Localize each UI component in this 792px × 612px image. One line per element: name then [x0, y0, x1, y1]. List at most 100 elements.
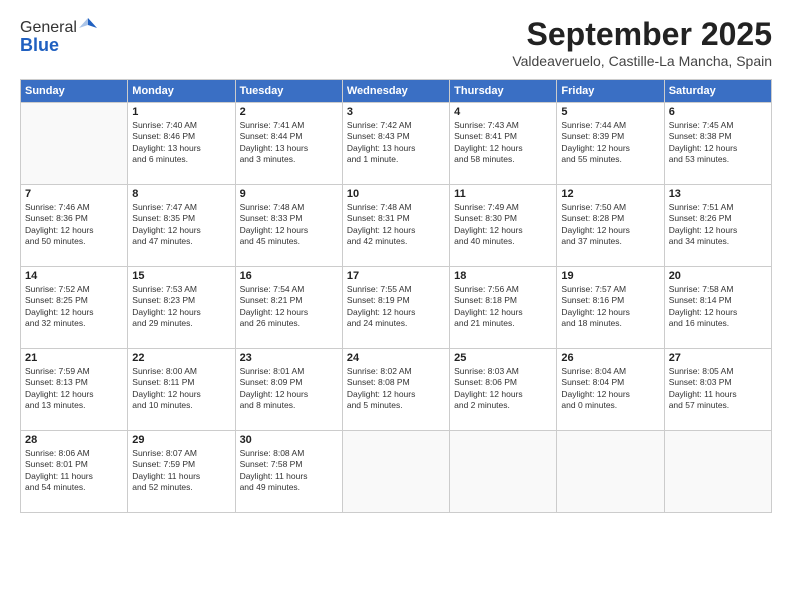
- calendar-cell: 1 Sunrise: 7:40 AM Sunset: 8:46 PM Daylig…: [128, 103, 235, 185]
- calendar-cell: 25 Sunrise: 8:03 AM Sunset: 8:06 PM Dayli…: [450, 349, 557, 431]
- day-info: Sunrise: 7:46 AM Sunset: 8:36 PM Dayligh…: [25, 202, 123, 248]
- day-number: 1: [132, 106, 230, 118]
- calendar-cell: [557, 431, 664, 513]
- calendar-cell: 24 Sunrise: 8:02 AM Sunset: 8:08 PM Dayli…: [342, 349, 449, 431]
- week-row-4: 28 Sunrise: 8:06 AM Sunset: 8:01 PM Dayli…: [21, 431, 772, 513]
- day-number: 5: [561, 106, 659, 118]
- page: General Blue September 2025 Valdeaveruel…: [0, 0, 792, 612]
- day-info: Sunrise: 7:52 AM Sunset: 8:25 PM Dayligh…: [25, 284, 123, 330]
- calendar-cell: 12Sunrise: 7:50 AM Sunset: 8:28 PM Dayli…: [557, 185, 664, 267]
- day-info: Sunrise: 7:58 AM Sunset: 8:14 PM Dayligh…: [669, 284, 767, 330]
- weekday-header-wednesday: Wednesday: [342, 80, 449, 103]
- day-number: 6: [669, 106, 767, 118]
- calendar-cell: [342, 431, 449, 513]
- calendar-cell: 14Sunrise: 7:52 AM Sunset: 8:25 PM Dayli…: [21, 267, 128, 349]
- day-info: Sunrise: 7:59 AM Sunset: 8:13 PM Dayligh…: [25, 366, 123, 412]
- location-title: Valdeaveruelo, Castille-La Mancha, Spain: [512, 53, 772, 69]
- day-number: 13: [669, 188, 767, 200]
- weekday-header-friday: Friday: [557, 80, 664, 103]
- calendar-cell: 2 Sunrise: 7:41 AM Sunset: 8:44 PM Daylig…: [235, 103, 342, 185]
- day-info: Sunrise: 8:03 AM Sunset: 8:06 PM Dayligh…: [454, 366, 552, 412]
- day-number: 28: [25, 434, 123, 446]
- weekday-header-thursday: Thursday: [450, 80, 557, 103]
- month-title: September 2025: [512, 16, 772, 53]
- day-info: Sunrise: 8:06 AM Sunset: 8:01 PM Dayligh…: [25, 448, 123, 494]
- day-number: 29: [132, 434, 230, 446]
- day-info: Sunrise: 7:57 AM Sunset: 8:16 PM Dayligh…: [561, 284, 659, 330]
- calendar-cell: 27 Sunrise: 8:05 AM Sunset: 8:03 PM Dayli…: [664, 349, 771, 431]
- day-number: 30: [240, 434, 338, 446]
- day-info: Sunrise: 8:01 AM Sunset: 8:09 PM Dayligh…: [240, 366, 338, 412]
- calendar-cell: 26Sunrise: 8:04 AM Sunset: 8:04 PM Dayli…: [557, 349, 664, 431]
- calendar-cell: 30 Sunrise: 8:08 AM Sunset: 7:58 PM Dayli…: [235, 431, 342, 513]
- day-info: Sunrise: 8:02 AM Sunset: 8:08 PM Dayligh…: [347, 366, 445, 412]
- calendar-cell: 23 Sunrise: 8:01 AM Sunset: 8:09 PM Dayli…: [235, 349, 342, 431]
- calendar-cell: 17Sunrise: 7:55 AM Sunset: 8:19 PM Dayli…: [342, 267, 449, 349]
- day-number: 4: [454, 106, 552, 118]
- day-number: 27: [669, 352, 767, 364]
- calendar-cell: 8 Sunrise: 7:47 AM Sunset: 8:35 PM Daylig…: [128, 185, 235, 267]
- day-info: Sunrise: 7:48 AM Sunset: 8:31 PM Dayligh…: [347, 202, 445, 248]
- calendar-cell: [664, 431, 771, 513]
- day-number: 9: [240, 188, 338, 200]
- day-number: 12: [561, 188, 659, 200]
- calendar-cell: 29Sunrise: 8:07 AM Sunset: 7:59 PM Dayli…: [128, 431, 235, 513]
- weekday-header-tuesday: Tuesday: [235, 80, 342, 103]
- day-info: Sunrise: 7:54 AM Sunset: 8:21 PM Dayligh…: [240, 284, 338, 330]
- day-number: 15: [132, 270, 230, 282]
- day-info: Sunrise: 7:44 AM Sunset: 8:39 PM Dayligh…: [561, 120, 659, 166]
- calendar-cell: 7 Sunrise: 7:46 AM Sunset: 8:36 PM Daylig…: [21, 185, 128, 267]
- week-row-3: 21Sunrise: 7:59 AM Sunset: 8:13 PM Dayli…: [21, 349, 772, 431]
- day-number: 19: [561, 270, 659, 282]
- day-number: 2: [240, 106, 338, 118]
- calendar-cell: [450, 431, 557, 513]
- calendar-cell: 13 Sunrise: 7:51 AM Sunset: 8:26 PM Dayli…: [664, 185, 771, 267]
- day-number: 10: [347, 188, 445, 200]
- calendar-cell: 21Sunrise: 7:59 AM Sunset: 8:13 PM Dayli…: [21, 349, 128, 431]
- day-info: Sunrise: 7:48 AM Sunset: 8:33 PM Dayligh…: [240, 202, 338, 248]
- week-row-2: 14Sunrise: 7:52 AM Sunset: 8:25 PM Dayli…: [21, 267, 772, 349]
- logo-blue-text: Blue: [20, 35, 59, 56]
- day-info: Sunrise: 7:56 AM Sunset: 8:18 PM Dayligh…: [454, 284, 552, 330]
- calendar-cell: 19 Sunrise: 7:57 AM Sunset: 8:16 PM Dayli…: [557, 267, 664, 349]
- calendar-cell: 11 Sunrise: 7:49 AM Sunset: 8:30 PM Dayli…: [450, 185, 557, 267]
- calendar-cell: 5 Sunrise: 7:44 AM Sunset: 8:39 PM Daylig…: [557, 103, 664, 185]
- day-number: 3: [347, 106, 445, 118]
- day-number: 23: [240, 352, 338, 364]
- calendar-table: SundayMondayTuesdayWednesdayThursdayFrid…: [20, 79, 772, 513]
- day-number: 22: [132, 352, 230, 364]
- day-info: Sunrise: 8:05 AM Sunset: 8:03 PM Dayligh…: [669, 366, 767, 412]
- day-info: Sunrise: 8:00 AM Sunset: 8:11 PM Dayligh…: [132, 366, 230, 412]
- day-info: Sunrise: 7:47 AM Sunset: 8:35 PM Dayligh…: [132, 202, 230, 248]
- day-number: 18: [454, 270, 552, 282]
- day-info: Sunrise: 8:08 AM Sunset: 7:58 PM Dayligh…: [240, 448, 338, 494]
- week-row-1: 7 Sunrise: 7:46 AM Sunset: 8:36 PM Daylig…: [21, 185, 772, 267]
- day-number: 16: [240, 270, 338, 282]
- weekday-header-row: SundayMondayTuesdayWednesdayThursdayFrid…: [21, 80, 772, 103]
- title-section: September 2025 Valdeaveruelo, Castille-L…: [512, 16, 772, 69]
- calendar-cell: 3Sunrise: 7:42 AM Sunset: 8:43 PM Daylig…: [342, 103, 449, 185]
- weekday-header-monday: Monday: [128, 80, 235, 103]
- day-info: Sunrise: 7:45 AM Sunset: 8:38 PM Dayligh…: [669, 120, 767, 166]
- day-info: Sunrise: 7:51 AM Sunset: 8:26 PM Dayligh…: [669, 202, 767, 248]
- calendar-cell: 9 Sunrise: 7:48 AM Sunset: 8:33 PM Daylig…: [235, 185, 342, 267]
- weekday-header-saturday: Saturday: [664, 80, 771, 103]
- day-number: 11: [454, 188, 552, 200]
- day-info: Sunrise: 7:49 AM Sunset: 8:30 PM Dayligh…: [454, 202, 552, 248]
- calendar-cell: 20Sunrise: 7:58 AM Sunset: 8:14 PM Dayli…: [664, 267, 771, 349]
- week-row-0: 1 Sunrise: 7:40 AM Sunset: 8:46 PM Daylig…: [21, 103, 772, 185]
- day-number: 17: [347, 270, 445, 282]
- day-number: 7: [25, 188, 123, 200]
- calendar-cell: 15Sunrise: 7:53 AM Sunset: 8:23 PM Dayli…: [128, 267, 235, 349]
- calendar-cell: 16 Sunrise: 7:54 AM Sunset: 8:21 PM Dayli…: [235, 267, 342, 349]
- day-info: Sunrise: 7:40 AM Sunset: 8:46 PM Dayligh…: [132, 120, 230, 166]
- day-number: 25: [454, 352, 552, 364]
- calendar-cell: 10 Sunrise: 7:48 AM Sunset: 8:31 PM Dayli…: [342, 185, 449, 267]
- calendar-cell: 18 Sunrise: 7:56 AM Sunset: 8:18 PM Dayli…: [450, 267, 557, 349]
- day-number: 8: [132, 188, 230, 200]
- day-number: 24: [347, 352, 445, 364]
- calendar-cell: 6 Sunrise: 7:45 AM Sunset: 8:38 PM Daylig…: [664, 103, 771, 185]
- calendar-cell: 22 Sunrise: 8:00 AM Sunset: 8:11 PM Dayli…: [128, 349, 235, 431]
- logo: General Blue: [20, 16, 97, 56]
- day-info: Sunrise: 7:41 AM Sunset: 8:44 PM Dayligh…: [240, 120, 338, 166]
